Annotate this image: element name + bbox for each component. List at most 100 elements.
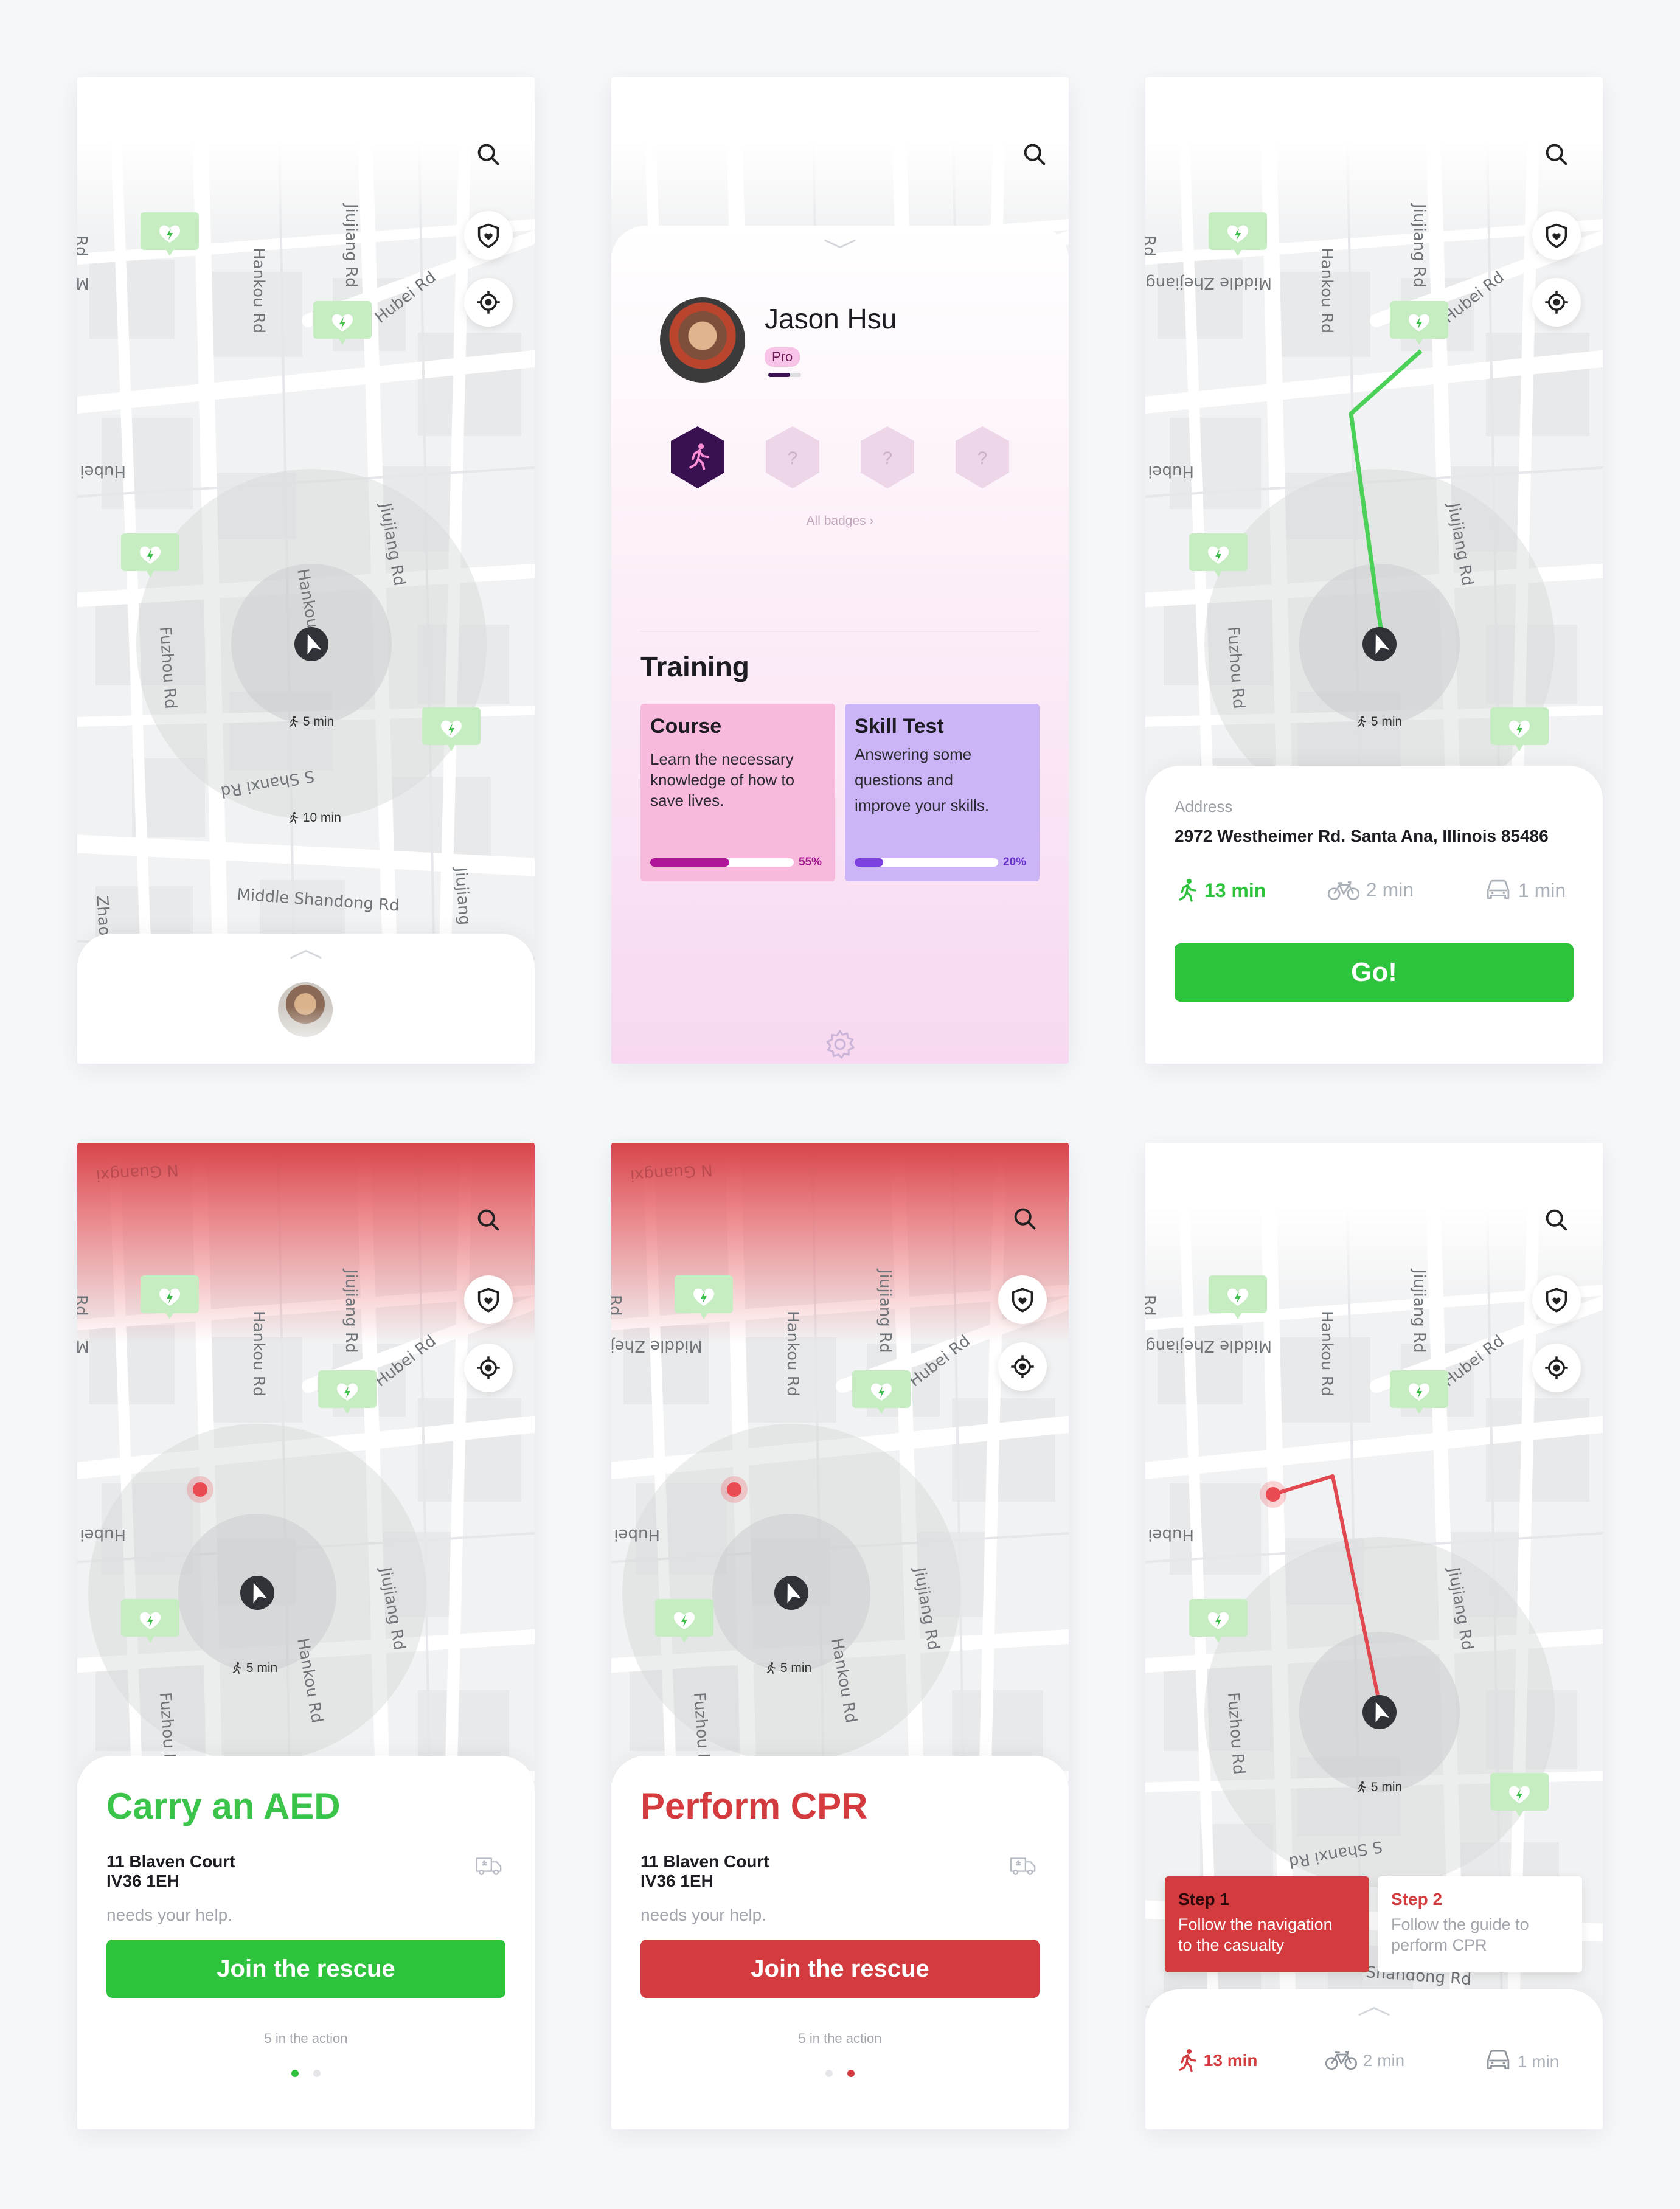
chevron-down-icon[interactable]: [823, 238, 857, 250]
chevron-up-icon[interactable]: [289, 948, 323, 960]
locked-badge-icon[interactable]: ?: [952, 424, 1013, 491]
map-label: Hubei: [80, 462, 126, 480]
map-label: Zhao: [92, 895, 114, 936]
page-dot[interactable]: [313, 2070, 321, 2077]
runner-badge-icon[interactable]: [667, 424, 728, 491]
aed-marker-icon[interactable]: [1188, 532, 1249, 581]
aed-marker-icon[interactable]: [1489, 1772, 1550, 1820]
skill-desc-line: questions and: [855, 771, 953, 789]
join-rescue-button[interactable]: Join the rescue: [106, 1940, 505, 1998]
all-badges-link[interactable]: All badges ›: [611, 514, 1069, 529]
go-button[interactable]: Go!: [1175, 943, 1574, 1002]
join-rescue-button[interactable]: Join the rescue: [640, 1940, 1040, 1998]
search-icon: [1543, 1207, 1570, 1233]
aed-marker-icon[interactable]: [120, 532, 181, 581]
course-card[interactable]: Course Learn the necessary knowledge of …: [640, 704, 835, 881]
shield-button[interactable]: [998, 1275, 1047, 1324]
locate-button[interactable]: [1532, 1344, 1581, 1392]
transport-sheet: 13 min 2 min 1 min: [1145, 1989, 1603, 2129]
map-label: Jiujiang Rd: [376, 1565, 409, 1652]
aed-marker-icon[interactable]: [312, 300, 373, 349]
shield-button[interactable]: [464, 211, 513, 260]
aed-marker-icon[interactable]: [1389, 1369, 1449, 1418]
car-option[interactable]: 1 min: [1484, 879, 1566, 902]
shield-button[interactable]: [1532, 1275, 1581, 1324]
search-button[interactable]: [1007, 1201, 1043, 1237]
walk-option[interactable]: 13 min: [1175, 2048, 1257, 2072]
locate-button[interactable]: [464, 1344, 513, 1392]
aed-marker-icon[interactable]: [317, 1369, 378, 1418]
alert-title: Perform CPR: [640, 1786, 868, 1826]
locate-icon: [1543, 289, 1570, 316]
skill-progress-track: [855, 858, 998, 867]
collapsed-profile-sheet[interactable]: [77, 934, 535, 1064]
search-icon: [1021, 141, 1048, 168]
course-desc-line: save lives.: [650, 791, 724, 810]
aed-marker-icon[interactable]: [120, 1598, 181, 1646]
address-value: 2972 Westheimer Rd. Santa Ana, Illinois …: [1175, 827, 1549, 845]
eta-10-min: 10 min: [287, 811, 341, 825]
navigation-arrow-icon: [239, 1575, 276, 1611]
aed-marker-icon[interactable]: [139, 211, 200, 260]
gear-icon[interactable]: [824, 1028, 856, 1060]
page-dot[interactable]: [825, 2070, 833, 2077]
locate-icon: [475, 289, 502, 316]
map-label: Hubei Rd: [372, 268, 440, 327]
locate-icon: [475, 1354, 502, 1381]
bike-option[interactable]: 2 min: [1324, 2049, 1404, 2071]
aed-marker-icon[interactable]: [654, 1598, 715, 1646]
aed-marker-icon[interactable]: [1207, 1274, 1268, 1323]
step-2-card[interactable]: Step 2 Follow the guide to perform CPR: [1378, 1876, 1582, 1972]
locate-button[interactable]: [998, 1342, 1047, 1391]
search-button[interactable]: [1538, 136, 1575, 173]
locked-badge-icon[interactable]: ?: [857, 424, 918, 491]
aed-marker-icon[interactable]: [673, 1274, 734, 1323]
walk-icon: [1175, 878, 1199, 902]
aed-marker-icon[interactable]: [1207, 211, 1268, 260]
aed-marker-icon[interactable]: [1188, 1598, 1249, 1646]
bike-icon: [1324, 2049, 1358, 2071]
shield-button[interactable]: [1532, 211, 1581, 260]
map-label: Hankou Rd: [249, 1311, 268, 1396]
casualty-marker[interactable]: [721, 1476, 748, 1503]
eta-5-min: 5 min: [1355, 715, 1402, 729]
map-label: Hubei: [614, 1525, 660, 1544]
search-button[interactable]: [1538, 1202, 1575, 1238]
skill-test-card[interactable]: Skill Test Answering some questions and …: [845, 704, 1040, 881]
casualty-marker[interactable]: [1260, 1481, 1286, 1508]
casualty-marker[interactable]: [187, 1476, 213, 1503]
search-button[interactable]: [470, 1202, 507, 1238]
page-dot-active[interactable]: [847, 2070, 855, 2077]
aed-marker-icon[interactable]: [1489, 706, 1550, 755]
chevron-up-icon[interactable]: [1357, 2005, 1391, 2017]
map-screen: Middle Zhejiang Rd Hankou Rd Jiujiang Rd…: [77, 77, 535, 1064]
walk-option[interactable]: 13 min: [1175, 878, 1266, 902]
divider: [640, 631, 1040, 632]
page-dot-active[interactable]: [291, 2070, 299, 2077]
search-button[interactable]: [1016, 136, 1053, 173]
bike-icon: [1327, 879, 1361, 901]
course-progress-track: [650, 858, 794, 867]
aed-marker-icon[interactable]: [851, 1369, 912, 1418]
map-label: Hubei: [80, 1525, 126, 1544]
profile-name: Jason Hsu: [765, 303, 897, 335]
locked-badge-icon[interactable]: ?: [762, 424, 823, 491]
map-label: Rd: [77, 235, 90, 257]
bike-option[interactable]: 2 min: [1327, 879, 1414, 901]
locate-button[interactable]: [1532, 278, 1581, 327]
aed-marker-icon[interactable]: [1389, 300, 1449, 349]
avatar[interactable]: [660, 297, 745, 383]
step-1-line: Follow the navigation: [1178, 1915, 1333, 1933]
navigation-arrow-icon: [1361, 1694, 1398, 1730]
locate-icon: [1543, 1354, 1570, 1381]
search-icon: [475, 1207, 502, 1233]
car-option[interactable]: 1 min: [1484, 2049, 1559, 2072]
search-button[interactable]: [470, 136, 507, 173]
locate-button[interactable]: [464, 278, 513, 327]
aed-marker-icon[interactable]: [421, 706, 482, 755]
level-badge: Pro: [765, 347, 800, 367]
aed-marker-icon[interactable]: [139, 1274, 200, 1323]
step-1-card[interactable]: Step 1 Follow the navigation to the casu…: [1165, 1876, 1369, 1972]
step-1-line: to the casualty: [1178, 1936, 1285, 1954]
shield-button[interactable]: [464, 1275, 513, 1324]
